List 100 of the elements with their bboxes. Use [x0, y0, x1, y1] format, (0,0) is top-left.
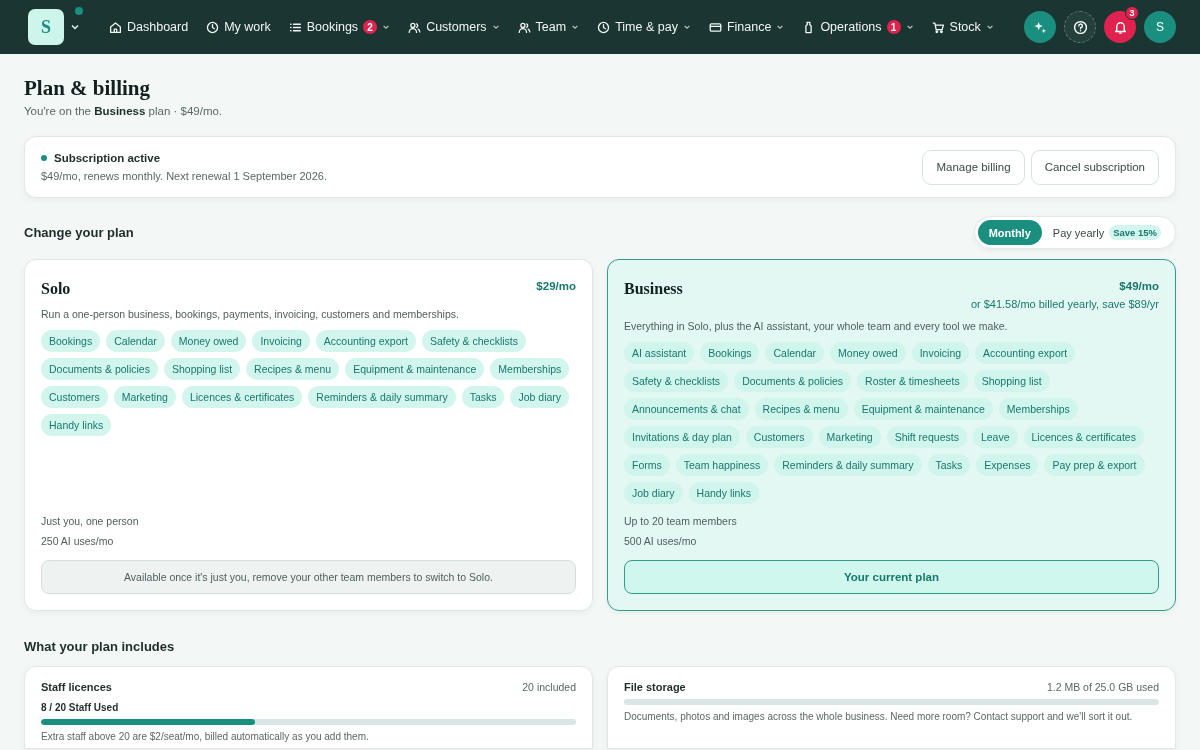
nav-item[interactable]: Stock [922, 20, 1003, 34]
plan-limit: 250 AI uses/mo [41, 535, 115, 547]
notifications-button[interactable] [1104, 11, 1136, 43]
billing-option[interactable]: Monthly [977, 220, 1042, 245]
feature-tag: Safety & checklists [624, 370, 729, 392]
feature-tag: Tasks [927, 454, 971, 476]
current-plan-button[interactable]: Your current plan [624, 560, 1159, 594]
feature-tag: Announcements & chat [624, 398, 749, 420]
usage-count: 8 / 20 Staff Used [41, 702, 120, 713]
help-icon [1072, 19, 1088, 35]
plan-limit: Up to 20 team members [624, 515, 738, 527]
feature-tag: Licences & certificates [181, 386, 303, 408]
feature-tag: Reminders & daily summary [774, 454, 922, 476]
feature-tag: Shopping list [973, 370, 1050, 392]
count-badge: 1 [886, 20, 901, 34]
feature-tag: Recipes & menu [754, 398, 848, 420]
feature-tag: Shift requests [886, 426, 967, 448]
plan-notice: Available once it's just you, remove your other team members to switch to Solo. [41, 560, 576, 594]
renewal-text: $49/mo, renews monthly. Next renewal 1 September 2026. [41, 170, 328, 182]
feature-tag: Shopping list [163, 358, 241, 380]
feature-tag: Accounting export [975, 342, 1076, 364]
clock-icon [206, 20, 220, 34]
plan-description: Run a one-person business, bookings, payments, invoicing, customers and memberships. [41, 308, 460, 320]
plan-price: $29/mo [536, 280, 576, 292]
nav-item[interactable]: Team [508, 20, 589, 34]
usage-meta: 1.2 MB of 25.0 GB used [1046, 681, 1159, 693]
feature-tag: Calendar [106, 330, 165, 352]
feature-tag: Documents & policies [734, 370, 852, 392]
feature-tag: Reminders & daily summary [308, 386, 456, 408]
usage-title: Staff licences [41, 681, 112, 693]
feature-tag: Job diary [510, 386, 570, 408]
feature-tag: Accounting export [315, 330, 416, 352]
feature-tag: Memberships [998, 398, 1078, 420]
caret-icon[interactable] [70, 22, 80, 32]
nav-item[interactable]: My work [197, 20, 280, 34]
feature-tag: Recipes & menu [246, 358, 340, 380]
feature-tag: Leave [972, 426, 1018, 448]
feature-tag: Bookings [700, 342, 760, 364]
feature-tag: Money owed [170, 330, 247, 352]
feature-tag: Forms [624, 454, 670, 476]
feature-tag: AI assistant [624, 342, 695, 364]
feature-tag: Job diary [624, 482, 683, 504]
nav-item[interactable]: Bookings 2 [279, 20, 400, 34]
page-title: Plan & billing [24, 76, 151, 101]
feature-tag: Safety & checklists [421, 330, 526, 352]
feature-tag: Roster & timesheets [857, 370, 968, 392]
clock-icon [597, 20, 611, 34]
billing-button[interactable]: Cancel subscription [1030, 149, 1159, 185]
usage-note: Documents, photos and images across the whole business. Need more room? Contact support and we'll sort it out. [624, 711, 1134, 722]
feature-tag: Money owed [830, 342, 906, 364]
usage-meta: 20 included [522, 681, 576, 693]
count-badge: 2 [363, 20, 378, 34]
sparkle-button[interactable] [1024, 11, 1056, 43]
bell-icon [1112, 19, 1128, 35]
feature-tag: Handy links [688, 482, 759, 504]
plan-limit: Just you, one person [41, 515, 140, 527]
billing-option[interactable]: Pay yearly Save 15% [1041, 220, 1172, 245]
feature-tag: Customers [41, 386, 108, 408]
feature-tag: Documents & policies [41, 358, 158, 380]
cart-icon [931, 20, 945, 34]
billing-button[interactable]: Manage billing [922, 149, 1025, 185]
feature-tag: Equipment & maintenance [345, 358, 485, 380]
feature-tag: Licences & certificates [1023, 426, 1144, 448]
feature-tag: Invitations & day plan [624, 426, 740, 448]
plan-name: Business [624, 280, 683, 298]
plan-price: $49/mo [1119, 280, 1159, 292]
feature-tag: Invoicing [911, 342, 970, 364]
help-button[interactable] [1064, 11, 1096, 43]
users-icon [517, 20, 531, 34]
usage-note: Extra staff above 20 are $2/seat/mo, billed automatically as you add them. [41, 731, 370, 742]
users-icon [408, 20, 422, 34]
card-icon [708, 20, 722, 34]
section-heading: What your plan includes [24, 639, 176, 654]
feature-tag: Customers [745, 426, 813, 448]
feature-tag: Handy links [41, 414, 112, 436]
home-icon [109, 20, 122, 34]
nav-item[interactable]: Finance [699, 20, 794, 34]
feature-tag: Expenses [976, 454, 1039, 476]
section-heading: Change your plan [24, 225, 135, 240]
nav-item[interactable]: Operations 1 [793, 20, 923, 34]
nav-item[interactable]: Customers [399, 20, 509, 34]
status-dot [41, 155, 47, 161]
feature-tag: Bookings [41, 330, 101, 352]
feature-tag: Team happiness [675, 454, 769, 476]
feature-tag: Tasks [461, 386, 505, 408]
discount-badge: Save 15% [1109, 225, 1161, 240]
feature-tag: Pay prep & export [1044, 454, 1145, 476]
nav-item[interactable]: Time & pay [588, 20, 700, 34]
avatar[interactable]: S [1144, 11, 1176, 43]
page-subtitle: You're on the Business plan · $49/mo. [24, 105, 224, 117]
feature-tag: Invoicing [252, 330, 310, 352]
count-badge: 3 [1125, 6, 1139, 20]
usage-title: File storage [624, 681, 686, 693]
feature-tag: Marketing [818, 426, 881, 448]
plan-description: Everything in Solo, plus the AI assistant, your whole team and every tool we make. [624, 320, 1009, 332]
plan-name: Solo [41, 280, 71, 298]
nav-item[interactable]: Dashboard [100, 20, 198, 34]
subscription-status: Subscription active [54, 152, 161, 164]
feature-tag: Memberships [490, 358, 570, 380]
feature-tag: Equipment & maintenance [853, 398, 993, 420]
